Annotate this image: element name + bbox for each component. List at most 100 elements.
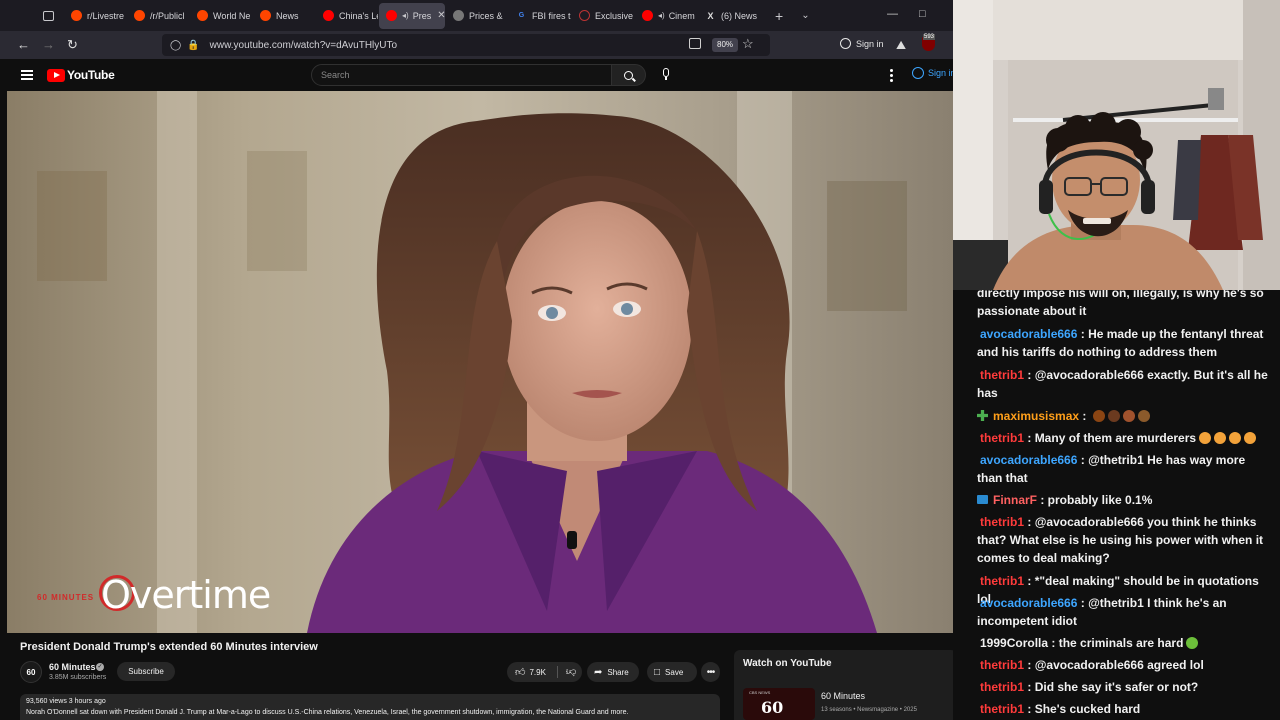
emoji-icon: [1244, 432, 1257, 444]
tab-0[interactable]: r/Livestre: [64, 3, 126, 29]
chat-message: thetrib1 : @avocadorable666 you think he…: [977, 513, 1273, 567]
chat-username[interactable]: thetrib1: [980, 574, 1024, 588]
chat-message: thetrib1 : She's cucked hard: [977, 700, 1273, 718]
youtube-sign-in-button[interactable]: Sign in: [912, 67, 953, 79]
channel-name[interactable]: 60 Minutes: [49, 662, 96, 672]
circle-favicon-icon: [579, 10, 590, 21]
chat-separator: :: [1024, 574, 1035, 588]
youtube-favicon-icon: [642, 10, 653, 21]
chat-username[interactable]: thetrib1: [980, 515, 1024, 529]
show-meta: 13 seasons • Newsmagazine • 2025: [821, 707, 917, 713]
tab-10[interactable]: X (6) News: [698, 3, 760, 29]
search-icon: [624, 70, 633, 80]
menu-hamburger-icon[interactable]: [21, 70, 33, 80]
thumbs-up-icon[interactable]: 👍︎: [515, 666, 525, 678]
tab-7[interactable]: G FBI fires t: [509, 3, 571, 29]
chat-username[interactable]: 1999Corolla: [980, 636, 1048, 650]
chat-separator: :: [1077, 327, 1089, 341]
shield-icon[interactable]: ◯: [170, 40, 181, 51]
reddit-favicon-icon: [260, 10, 271, 21]
maximize-icon[interactable]: □: [919, 8, 926, 20]
reddit-favicon-icon: [134, 10, 145, 21]
chat-message: thetrib1 : Did she say it's safer or not…: [977, 678, 1273, 696]
new-tab-plus-icon[interactable]: +: [775, 8, 783, 24]
address-bar[interactable]: ◯ 🔒 www.youtube.com/watch?v=dAvuTHlyUTo …: [162, 34, 770, 56]
chat-username[interactable]: thetrib1: [980, 368, 1024, 382]
chat-separator: :: [1024, 702, 1035, 716]
forward-arrow-icon[interactable]: →: [42, 37, 55, 52]
tab-list-chevron-down-icon[interactable]: ⌄: [801, 10, 809, 21]
tab-1[interactable]: /r/Publicl: [127, 3, 189, 29]
chat-username[interactable]: thetrib1: [980, 680, 1024, 694]
chat-username[interactable]: avocadorable666: [980, 327, 1077, 341]
save-button[interactable]: □ Save: [647, 662, 697, 682]
tab-9[interactable]: ◂) Cinem: [635, 3, 697, 29]
emoji-icon: [1199, 432, 1212, 444]
tab-2[interactable]: World Ne: [190, 3, 252, 29]
chat-username[interactable]: FinnarF: [993, 493, 1037, 507]
subscriber-count: 3.85M subscribers: [49, 674, 107, 681]
tab-6[interactable]: Prices &: [446, 3, 508, 29]
description-text: Norah O'Donnell sat down with President …: [26, 709, 629, 716]
thumbs-down-icon[interactable]: 👍︎: [566, 666, 576, 678]
tab-label: (6) News: [721, 10, 758, 21]
zoom-level-badge[interactable]: 80%: [712, 38, 739, 52]
tab-overview-icon: [42, 10, 54, 21]
youtube-sign-in-label: Sign in: [928, 68, 953, 78]
speaker-icon[interactable]: ◂): [402, 11, 409, 20]
minimize-icon[interactable]: —: [887, 8, 898, 20]
share-arrow-icon: ➦: [594, 666, 603, 678]
chat-username[interactable]: maximusismax: [993, 409, 1079, 423]
reload-icon[interactable]: ↻: [67, 37, 78, 53]
youtube-logo[interactable]: YouTube: [47, 68, 115, 82]
search-button[interactable]: [611, 64, 646, 86]
tab-4[interactable]: China's Le: [316, 3, 378, 29]
speaker-icon[interactable]: ◂): [658, 11, 665, 20]
show-name[interactable]: 60 Minutes: [821, 691, 865, 701]
webcam-image: [953, 0, 1280, 290]
emoji-icon: [1092, 410, 1105, 422]
back-arrow-icon[interactable]: ←: [17, 37, 30, 52]
chat-message: thetrib1 : Many of them are murderers: [977, 429, 1273, 447]
settings-kebab-icon[interactable]: [890, 69, 893, 82]
video-player[interactable]: 60 MINUTES Overtime: [7, 91, 953, 633]
chat-text: the criminals are hard: [1058, 636, 1184, 650]
chat-username[interactable]: thetrib1: [980, 702, 1024, 716]
chat-username[interactable]: thetrib1: [980, 658, 1024, 672]
overtime-logo: 60 MINUTES Overtime: [37, 573, 297, 617]
tab-5[interactable]: ◂) Pres ✕: [379, 2, 445, 29]
chat-username[interactable]: avocadorable666: [980, 596, 1077, 610]
more-actions-button[interactable]: •••: [701, 662, 720, 682]
microphone-icon[interactable]: [662, 68, 670, 82]
subscribe-button[interactable]: Subscribe: [117, 662, 175, 681]
channel-avatar[interactable]: 60: [20, 661, 42, 683]
share-button[interactable]: ➦ Share: [587, 662, 639, 682]
lock-icon[interactable]: 🔒: [187, 40, 199, 51]
x-favicon-icon: X: [707, 10, 714, 21]
tab-label: /r/Publicl: [150, 10, 185, 21]
show-thumbnail[interactable]: CBS NEWS 60: [743, 688, 815, 720]
tab-overview-button[interactable]: [34, 4, 62, 28]
youtube-favicon-icon: [323, 10, 334, 21]
tab-8[interactable]: Exclusive: [572, 3, 634, 29]
chat-username[interactable]: avocadorable666: [980, 453, 1077, 467]
thumbnail-logo: 60: [761, 698, 784, 717]
search-input[interactable]: Search: [311, 64, 612, 86]
chat-separator: :: [1024, 680, 1035, 694]
share-label: Share: [607, 667, 629, 677]
extensions-puzzle-icon[interactable]: ⛰: [896, 38, 906, 53]
chat-username[interactable]: thetrib1: [980, 431, 1024, 445]
reddit-favicon-icon: [197, 10, 208, 21]
description-box[interactable]: [20, 694, 720, 720]
close-tab-icon[interactable]: ✕: [437, 10, 445, 21]
url-text[interactable]: www.youtube.com/watch?v=dAvuTHlyUTo: [210, 40, 397, 51]
like-count[interactable]: 7.9K: [529, 668, 545, 677]
emoji-icon: [1137, 410, 1150, 422]
tab-3[interactable]: News: [253, 3, 315, 29]
youtube-logo-text: YouTube: [67, 68, 115, 82]
bookmark-star-icon[interactable]: ☆: [742, 36, 754, 52]
like-dislike-pill: 👍︎ 7.9K 👍︎: [507, 662, 582, 682]
browser-sign-in-button[interactable]: Sign in: [840, 38, 884, 49]
browser-sign-in-label: Sign in: [856, 38, 884, 49]
reader-view-icon[interactable]: [689, 38, 701, 49]
